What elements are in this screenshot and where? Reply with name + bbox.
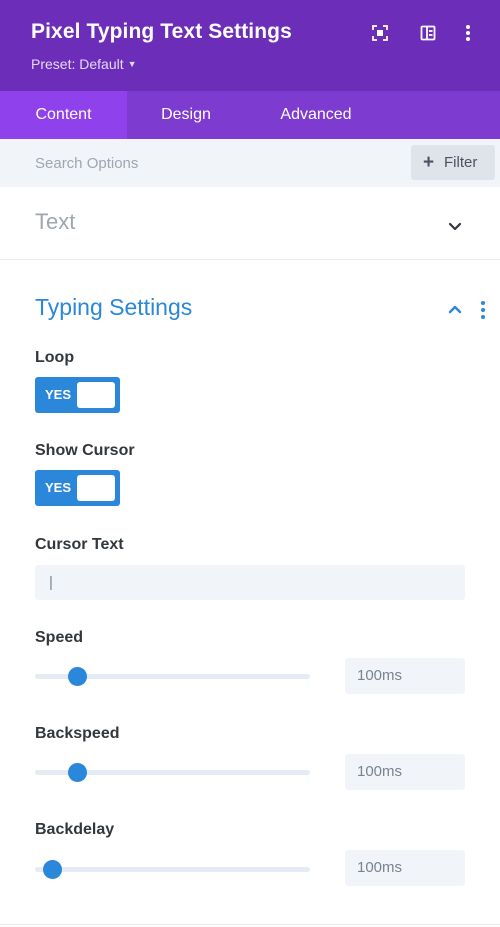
backdelay-slider-thumb[interactable] (43, 860, 63, 879)
toggle-knob (77, 475, 115, 501)
show-cursor-label: Show Cursor (35, 442, 135, 459)
speed-value-field[interactable]: 100ms (345, 658, 465, 694)
speed-slider[interactable] (35, 667, 310, 686)
settings-header: Pixel Typing Text Settings Preset: Defau… (0, 0, 500, 91)
section-text-title: Text (35, 209, 76, 234)
plus-icon: + (423, 152, 435, 173)
cursor-text-label: Cursor Text (35, 536, 124, 553)
filter-button[interactable]: + Filter (411, 145, 495, 180)
section-divider (0, 924, 500, 925)
search-bar: + Filter (0, 139, 500, 187)
backdelay-slider[interactable] (35, 860, 310, 879)
show-cursor-toggle[interactable]: YES (35, 470, 120, 506)
tab-content[interactable]: Content (0, 91, 127, 139)
split-layout-icon[interactable] (417, 22, 439, 44)
filter-label: Filter (444, 154, 478, 171)
chevron-up-icon[interactable] (447, 301, 463, 317)
toggle-knob (77, 382, 115, 408)
caret-down-icon: ▼ (127, 59, 137, 69)
loop-toggle-value: YES (45, 387, 72, 402)
backspeed-slider-thumb[interactable] (68, 763, 88, 782)
loop-toggle[interactable]: YES (35, 377, 120, 413)
tab-bar: Content Design Advanced (0, 91, 500, 139)
cursor-text-input[interactable] (35, 565, 465, 600)
loop-label: Loop (35, 349, 75, 366)
section-typing-title[interactable]: Typing Settings (35, 294, 192, 321)
search-input[interactable] (0, 139, 405, 187)
backspeed-label: Backspeed (35, 725, 120, 742)
preset-label: Preset: Default (31, 56, 124, 72)
backspeed-value-field[interactable]: 100ms (345, 754, 465, 790)
backdelay-value-field[interactable]: 100ms (345, 850, 465, 886)
tab-advanced[interactable]: Advanced (245, 91, 387, 139)
backspeed-slider[interactable] (35, 763, 310, 782)
speed-slider-thumb[interactable] (68, 667, 88, 686)
modal-title: Pixel Typing Text Settings (31, 20, 292, 43)
expand-icon[interactable] (369, 22, 391, 44)
chevron-down-icon[interactable] (447, 218, 463, 234)
more-vertical-icon[interactable] (457, 22, 479, 44)
speed-label: Speed (35, 629, 84, 646)
section-text-header[interactable]: Text (0, 187, 500, 260)
show-cursor-toggle-value: YES (45, 480, 72, 495)
section-options-icon[interactable] (475, 300, 491, 320)
tab-design[interactable]: Design (127, 91, 245, 139)
preset-selector[interactable]: Preset: Default ▼ (31, 56, 137, 72)
backdelay-label: Backdelay (35, 821, 115, 838)
